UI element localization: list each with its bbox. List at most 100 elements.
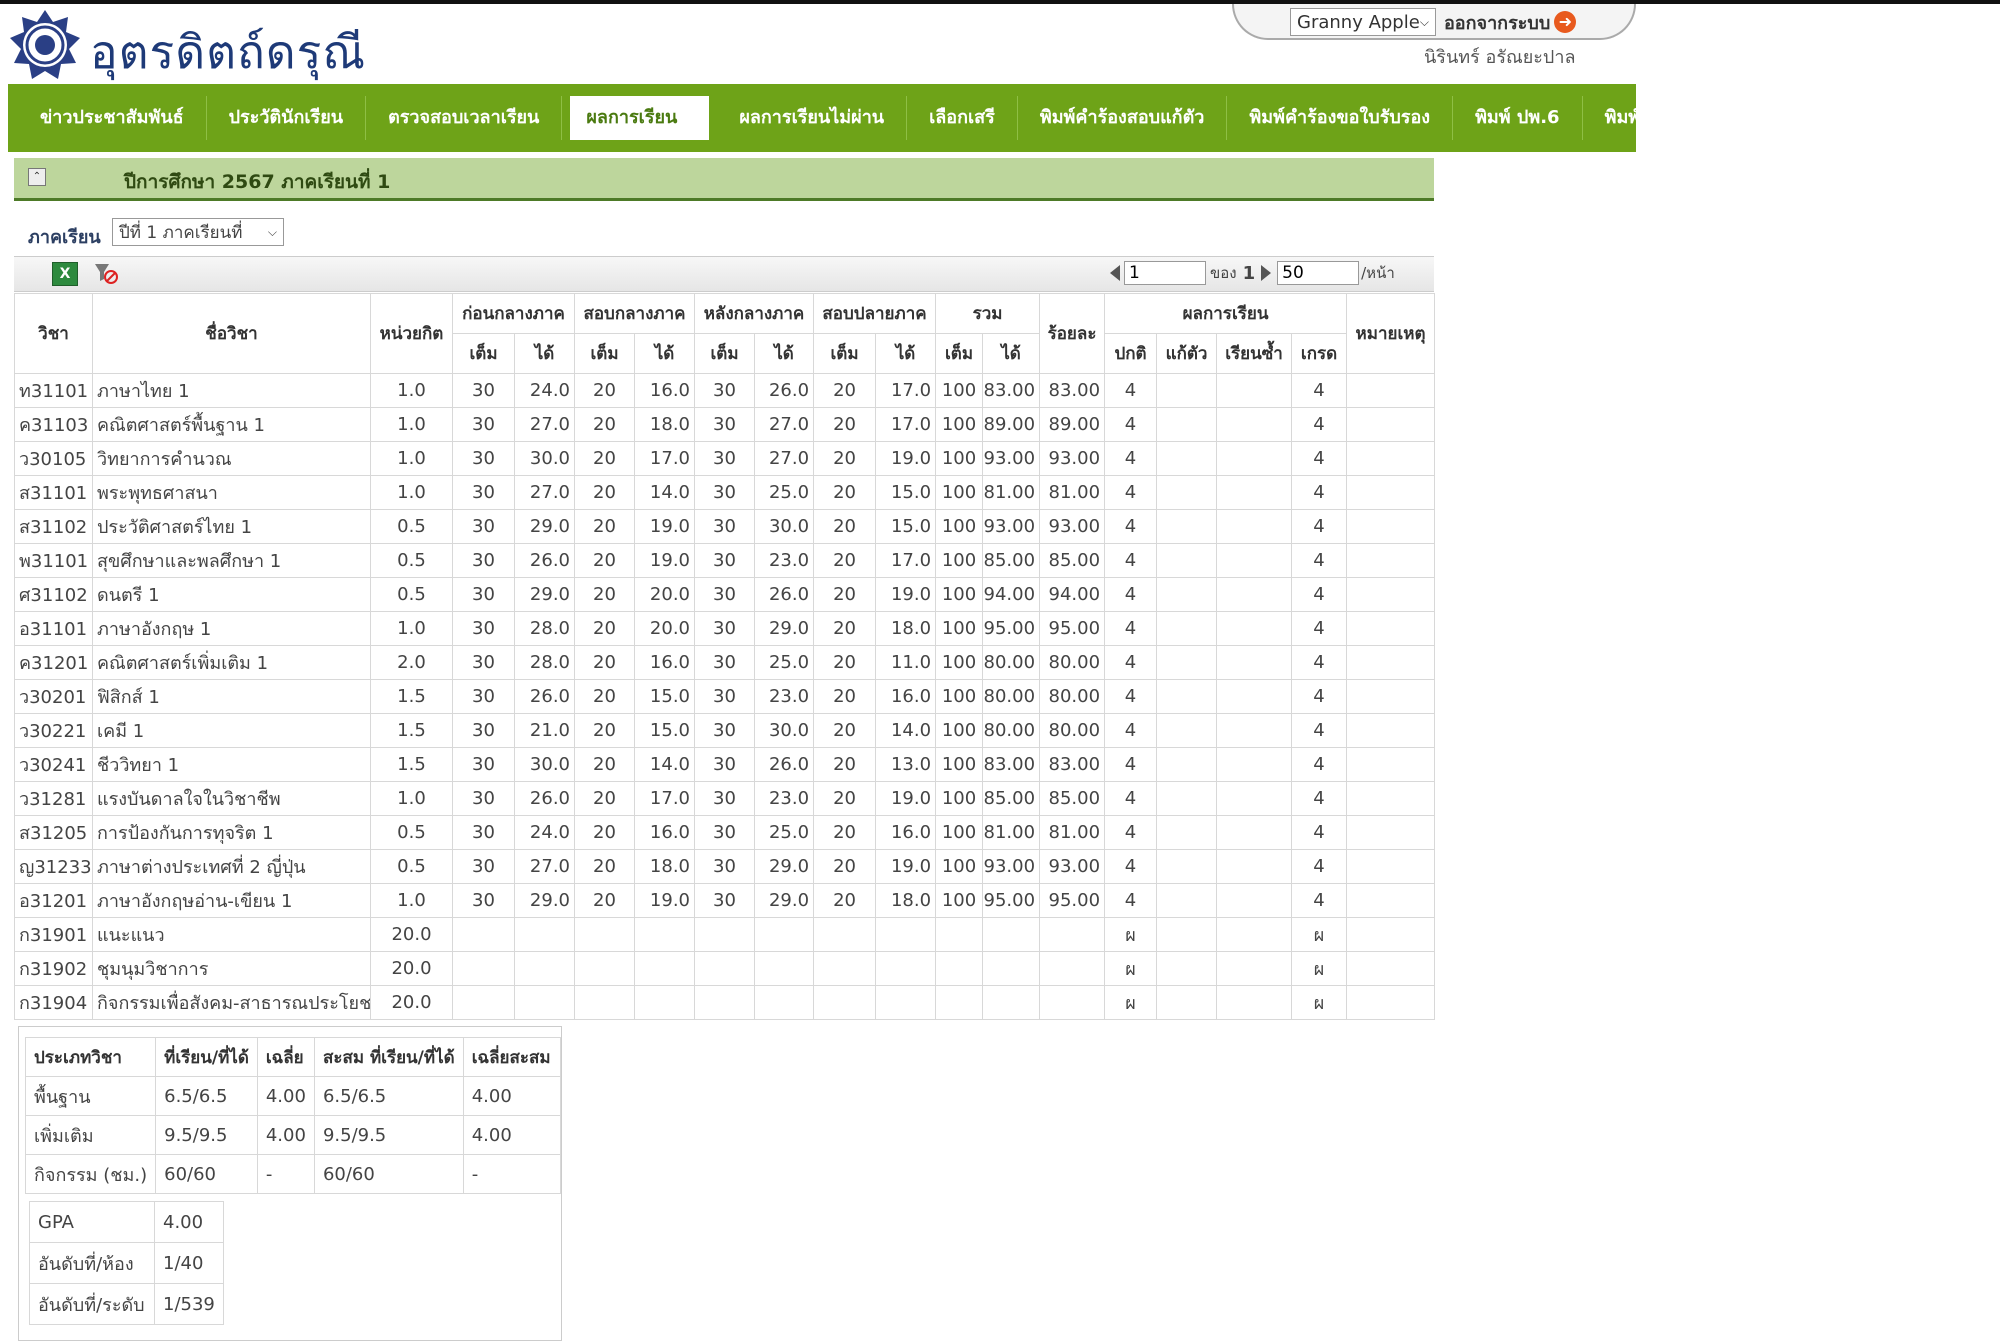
- nav-item-news[interactable]: ข่าวประชาสัมพันธ์: [18, 96, 207, 140]
- semester-select[interactable]: ปีที่ 1 ภาคเรียนที่ ⌵: [112, 218, 284, 246]
- cell-note: [1346, 611, 1436, 646]
- cell-note: [1346, 849, 1436, 884]
- gpa-table: GPA 4.00 อันดับที่/ห้อง 1/40 อันดับที่/ระดับ…: [29, 1201, 224, 1325]
- cell-fix: [1156, 951, 1218, 986]
- cell-fg: [875, 985, 937, 1020]
- cell-note: [1346, 781, 1436, 816]
- pager-total-pages: 1: [1242, 262, 1256, 284]
- cell-normal: 4: [1104, 543, 1158, 578]
- excel-export-icon[interactable]: X: [52, 262, 78, 286]
- cell-repeat: [1216, 645, 1293, 680]
- cell-fg: 16.0: [875, 815, 937, 850]
- cell-repeat: [1216, 883, 1293, 918]
- cell-fg: 18.0: [875, 883, 937, 918]
- cell-tg: 83.00: [982, 373, 1041, 408]
- cell-qg: 30.0: [753, 713, 815, 748]
- prev-page-icon[interactable]: [1110, 265, 1120, 281]
- cell-tg: 81.00: [982, 815, 1041, 850]
- nav-item-print-certificate[interactable]: พิมพ์คำร้องขอใบรับรอง: [1227, 96, 1454, 140]
- cell-pg: 29.0: [514, 577, 575, 612]
- cell-fix: [1156, 713, 1218, 748]
- cell-qg: 29.0: [753, 883, 815, 918]
- nav-item-failed[interactable]: ผลการเรียนไม่ผ่าน: [717, 96, 908, 140]
- cell-pf: 30: [452, 577, 515, 612]
- cell-pg: 26.0: [514, 543, 575, 578]
- col-sub-got: ได้: [634, 333, 695, 374]
- cell-code: อ31101: [14, 611, 93, 646]
- cell-grade: 4: [1291, 883, 1348, 918]
- cell-pg: 27.0: [514, 407, 575, 442]
- col-header-post-mid: หลังกลางภาค: [693, 293, 815, 334]
- cell-mg: 16.0: [634, 645, 695, 680]
- nav-item-print-pp6[interactable]: พิมพ์ ปพ.6: [1453, 96, 1583, 140]
- cell-pct: 95.00: [1039, 883, 1106, 918]
- cell-pf: 30: [452, 713, 515, 748]
- cell-name: ภาษาไทย 1: [92, 373, 371, 408]
- table-row: พ31101 สุขศึกษาและพลศึกษา 1 0.5 30 26.0 20 19.…: [14, 543, 1436, 578]
- col-header-result: ผลการเรียน: [1104, 293, 1348, 334]
- cell-tg: 83.00: [982, 747, 1041, 782]
- table-row: ว30105 วิทยาการคำนวณ 1.0 30 30.0 20 17.0 30 27.0…: [14, 441, 1436, 476]
- cell-repeat: [1216, 543, 1293, 578]
- table-row: ส31205 การป้องกันการทุจริต 1 0.5 30 24.0 20 16…: [14, 815, 1436, 850]
- summary-panel: ประเภทวิชา ที่เรียน/ที่ได้ เฉลี่ย สะสม ท…: [18, 1026, 562, 1341]
- cell-name: ชุมนุมวิชาการ: [92, 951, 371, 986]
- cell-qg: 26.0: [753, 577, 815, 612]
- cell-tf: [935, 951, 984, 986]
- nav-item-electives[interactable]: เลือกเสรี: [907, 96, 1018, 140]
- nav-item-grades[interactable]: ผลการเรียน: [570, 96, 710, 140]
- cell-fix: [1156, 815, 1218, 850]
- cell-fix: [1156, 611, 1218, 646]
- cell-credit: 0.5: [370, 849, 453, 884]
- nav-item-profile[interactable]: ประวัตินักเรียน: [207, 96, 367, 140]
- cell-fg: 19.0: [875, 441, 937, 476]
- cell-mf: 20: [574, 645, 635, 680]
- cell-tf: [935, 917, 984, 952]
- cell-mf: 20: [574, 373, 635, 408]
- table-row: ก31901 แนะแนว 20.0 ผ ผ: [14, 917, 1436, 952]
- cell-grade: 4: [1291, 747, 1348, 782]
- table-row: ก31904 กิจกรรมเพื่อสังคม-สาธารณประโยชน์ 20…: [14, 985, 1436, 1020]
- cell-note: [1346, 883, 1436, 918]
- cell-qf: [694, 985, 755, 1020]
- cell-name: ประวัติศาสตร์ไทย 1: [92, 509, 371, 544]
- cell-fg: 17.0: [875, 373, 937, 408]
- per-page-input[interactable]: [1277, 261, 1360, 285]
- cell-normal: ผ: [1104, 951, 1158, 986]
- cell-qg: 27.0: [753, 407, 815, 442]
- cell-pct: 89.00: [1039, 407, 1106, 442]
- cell-ff: 20: [813, 679, 877, 714]
- next-page-icon[interactable]: [1261, 265, 1272, 281]
- nav-item-print-retest[interactable]: พิมพ์คำร้องสอบแก้ตัว: [1018, 96, 1228, 140]
- cell-pct: 80.00: [1039, 713, 1106, 748]
- cell-grade: 4: [1291, 407, 1348, 442]
- page-input[interactable]: [1124, 261, 1206, 285]
- cell-credit: 1.0: [370, 407, 453, 442]
- logout-button[interactable]: ออกจากระบบ ➜: [1444, 8, 1577, 36]
- collapse-icon[interactable]: ⌃: [28, 168, 46, 186]
- nav-item-attendance[interactable]: ตรวจสอบเวลาเรียน: [366, 96, 563, 140]
- semester-select-value: ปีที่ 1 ภาคเรียนที่: [119, 222, 243, 243]
- cell-pg: 24.0: [514, 373, 575, 408]
- gpa-cell-value: 1/40: [154, 1242, 224, 1284]
- per-page-label: /หน้า: [1361, 264, 1395, 282]
- sum-header-avg: เฉลี่ย: [256, 1037, 315, 1077]
- cell-fg: 15.0: [875, 475, 937, 510]
- cell-repeat: [1216, 951, 1293, 986]
- nav-item-print-pp1[interactable]: พิมพ์ ปพ.1: [1583, 96, 1712, 140]
- cell-qg: [753, 951, 815, 986]
- cell-ff: [813, 917, 877, 952]
- cell-grade: 4: [1291, 713, 1348, 748]
- cell-repeat: [1216, 747, 1293, 782]
- clear-filter-icon[interactable]: [94, 262, 118, 284]
- cell-pf: 30: [452, 611, 515, 646]
- cell-qg: 25.0: [753, 645, 815, 680]
- table-row: ค31201 คณิตศาสตร์เพิ่มเติม 1 2.0 30 28.0 20 16…: [14, 645, 1436, 680]
- cell-code: ศ31102: [14, 577, 93, 612]
- cell-pct: 80.00: [1039, 645, 1106, 680]
- user-select[interactable]: Granny Apple ⌵: [1290, 8, 1436, 36]
- cell-repeat: [1216, 985, 1293, 1020]
- cell-credit: 1.0: [370, 611, 453, 646]
- chevron-down-icon: ⌵: [267, 224, 277, 239]
- grid-toolbar: X ของ 1 /หน้า: [14, 256, 1434, 292]
